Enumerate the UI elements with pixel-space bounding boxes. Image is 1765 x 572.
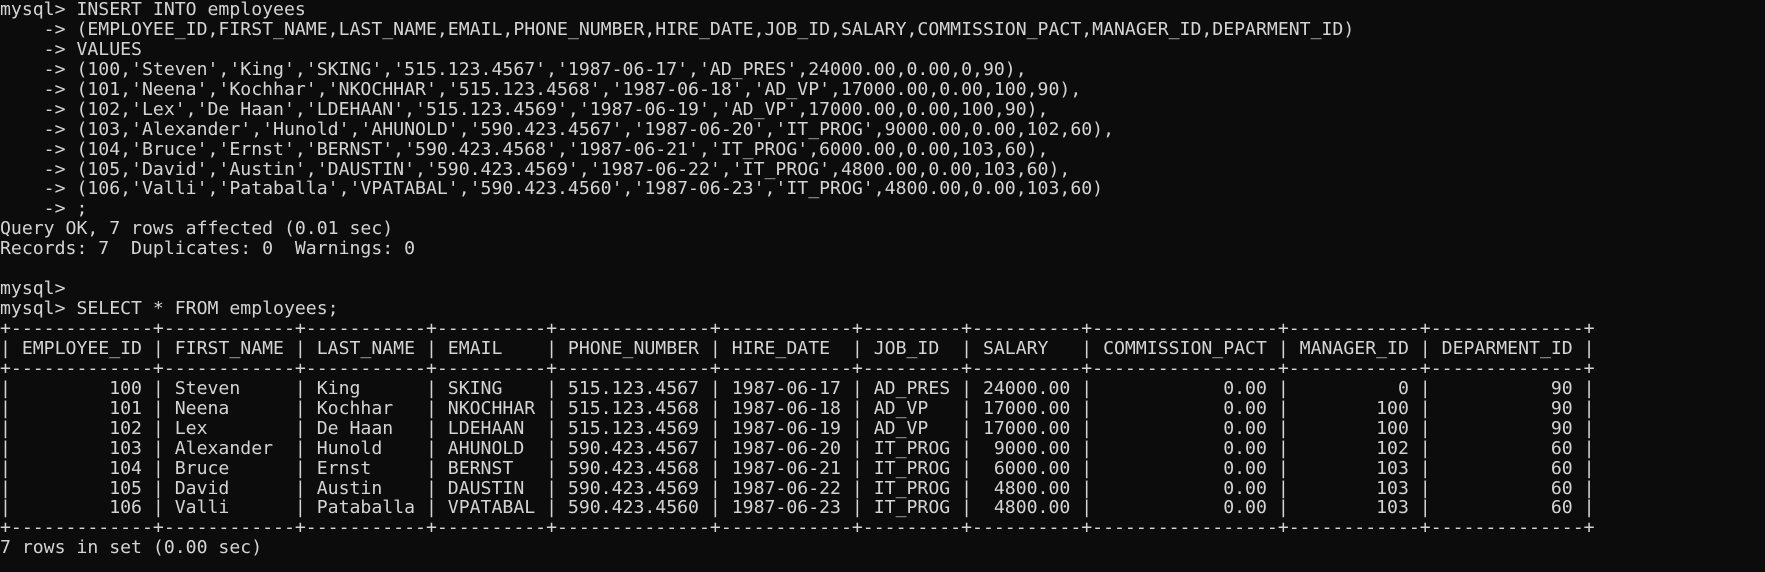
continuation-line: -> (103,'Alexander','Hunold','AHUNOLD','…: [0, 118, 1115, 140]
continuation-line: -> VALUES: [0, 38, 142, 60]
continuation-line: -> (102,'Lex','De Haan','LDEHAAN','515.1…: [0, 98, 1049, 120]
table-header-row: | EMPLOYEE_ID | FIRST_NAME | LAST_NAME |…: [0, 337, 1595, 359]
terminal-output: mysql> INSERT INTO employees -> (EMPLOYE…: [0, 0, 1765, 558]
query-status-line: Query OK, 7 rows affected (0.01 sec): [0, 218, 394, 240]
prompt-line: mysql> SELECT * FROM employees;: [0, 298, 339, 320]
table-row: | 103 | Alexander | Hunold | AHUNOLD | 5…: [0, 437, 1595, 459]
continuation-line: -> (106,'Valli','Pataballa','VPATABAL','…: [0, 178, 1104, 200]
terminal-window[interactable]: mysql> INSERT INTO employees -> (EMPLOYE…: [0, 0, 1765, 572]
continuation-line: -> ;: [0, 198, 88, 220]
table-row: | 101 | Neena | Kochhar | NKOCHHAR | 515…: [0, 397, 1595, 419]
table-row: | 100 | Steven | King | SKING | 515.123.…: [0, 377, 1595, 399]
continuation-line: -> (105,'David','Austin','DAUSTIN','590.…: [0, 158, 1071, 180]
table-row: | 105 | David | Austin | DAUSTIN | 590.4…: [0, 477, 1595, 499]
query-records-line: Records: 7 Duplicates: 0 Warnings: 0: [0, 238, 416, 260]
continuation-line: -> (EMPLOYEE_ID,FIRST_NAME,LAST_NAME,EMA…: [0, 18, 1355, 40]
table-row: | 104 | Bruce | Ernst | BERNST | 590.423…: [0, 457, 1595, 479]
table-row: | 102 | Lex | De Haan | LDEHAAN | 515.12…: [0, 417, 1595, 439]
table-border: +-------------+------------+-----------+…: [0, 318, 1595, 339]
table-border: +-------------+------------+-----------+…: [0, 517, 1595, 539]
table-row: | 106 | Valli | Pataballa | VPATABAL | 5…: [0, 497, 1595, 519]
result-summary-line: 7 rows in set (0.00 sec): [0, 537, 263, 559]
continuation-line: -> (104,'Bruce','Ernst','BERNST','590.42…: [0, 138, 1049, 160]
prompt-line: mysql> INSERT INTO employees: [0, 0, 306, 20]
prompt-line: mysql>: [0, 278, 66, 300]
continuation-line: -> (100,'Steven','King','SKING','515.123…: [0, 58, 1027, 80]
continuation-line: -> (101,'Neena','Kochhar','NKOCHHAR','51…: [0, 78, 1082, 100]
table-border: +-------------+------------+-----------+…: [0, 357, 1595, 379]
